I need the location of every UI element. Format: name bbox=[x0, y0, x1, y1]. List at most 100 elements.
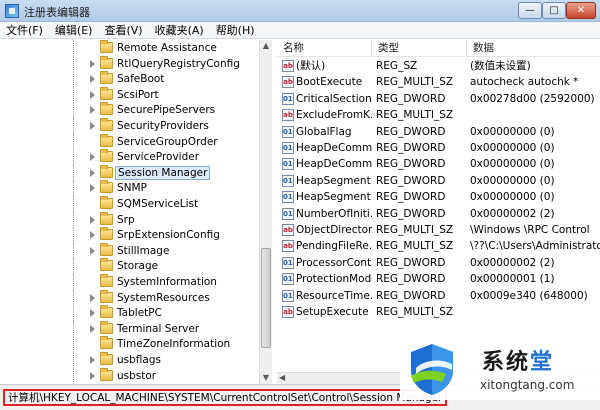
value-row[interactable]: 011HeapDeComm... REG_DWORD 0x00000000 (0) bbox=[277, 156, 600, 172]
value-row[interactable]: 011CriticalSection... REG_DWORD 0x00278d00… bbox=[277, 91, 600, 107]
expand-arrow-icon[interactable] bbox=[90, 184, 95, 193]
value-row[interactable]: ab PendingFileRe... REG_MULTI_SZ \??\C:\Use… bbox=[277, 238, 600, 254]
expand-arrow-icon[interactable] bbox=[90, 324, 95, 333]
expand-arrow-icon[interactable] bbox=[90, 356, 95, 364]
tree-item[interactable]: usbflags bbox=[0, 352, 260, 368]
value-row[interactable]: 011ResourceTime... REG_DWORD 0x0009e340 (6… bbox=[277, 288, 600, 304]
tree-item[interactable]: TabletPC bbox=[0, 305, 260, 322]
watermark-logo: 系统堂 xitongtang.com bbox=[400, 338, 600, 400]
column-header-type[interactable]: 类型 bbox=[372, 40, 467, 56]
expand-arrow-icon[interactable] bbox=[90, 153, 95, 162]
tree-item[interactable]: SecurityProviders bbox=[0, 118, 260, 134]
folder-icon bbox=[100, 149, 113, 163]
tree-item[interactable]: SNMP bbox=[0, 180, 260, 197]
value-data: 0x00000000 (0) bbox=[470, 125, 555, 138]
title-bar: 注册表编辑器 — □ ✕ bbox=[0, 0, 600, 22]
expand-arrow-icon[interactable] bbox=[90, 371, 95, 380]
tree-item[interactable]: Storage bbox=[0, 258, 260, 275]
tree-item[interactable]: ServiceProvider bbox=[0, 149, 260, 166]
expand-arrow-icon[interactable] bbox=[90, 215, 95, 224]
folder-icon bbox=[100, 320, 113, 334]
menu-help[interactable]: 帮助(H) bbox=[210, 22, 261, 38]
regedit-app-icon bbox=[5, 4, 19, 18]
tree-item[interactable]: RtlQueryRegistryConfig bbox=[0, 55, 260, 72]
menu-favorites[interactable]: 收藏夹(A) bbox=[149, 22, 210, 38]
folder-icon bbox=[100, 242, 113, 256]
tree-item[interactable]: Srp bbox=[0, 211, 260, 228]
column-header-name[interactable]: 名称 bbox=[277, 40, 372, 56]
tree-vertical-scrollbar[interactable]: ▲ ▼ bbox=[259, 40, 272, 384]
value-row[interactable]: abObjectDirector... REG_MULTI_SZ \Windows … bbox=[277, 222, 600, 238]
expand-arrow-icon[interactable] bbox=[90, 122, 95, 130]
value-row[interactable]: ab (默认) REG_SZ (数值未设置) bbox=[277, 58, 600, 74]
tree-item[interactable]: SafeBoot bbox=[0, 71, 260, 88]
value-name: ResourceTime... bbox=[296, 289, 372, 302]
expand-arrow-icon[interactable] bbox=[90, 75, 95, 84]
value-row[interactable]: ab SetupExecute REG_MULTI_SZ bbox=[277, 304, 600, 320]
tree-item[interactable]: ServiceGroupOrder bbox=[0, 133, 260, 150]
tree-item[interactable]: SecurePipeServers bbox=[0, 102, 260, 119]
tree-item[interactable]: Terminal Server bbox=[0, 320, 260, 337]
value-row[interactable]: 011HeapSegment... REG_DWORD 0x00000000 (0) bbox=[277, 189, 600, 205]
scrollbar-thumb[interactable] bbox=[261, 248, 271, 348]
value-type: REG_MULTI_SZ bbox=[376, 240, 454, 253]
tree-item[interactable]: Session Manager bbox=[0, 164, 260, 181]
value-type: REG_DWORD bbox=[376, 273, 446, 286]
value-row[interactable]: 011HeapSegment... REG_DWORD 0x00000000 (0) bbox=[277, 173, 600, 189]
expand-arrow-icon[interactable] bbox=[90, 59, 95, 68]
string-value-icon: ab bbox=[282, 76, 294, 89]
folder-icon bbox=[100, 102, 113, 116]
minimize-button[interactable]: — bbox=[518, 2, 542, 19]
expand-arrow-icon[interactable] bbox=[90, 293, 95, 302]
value-type: REG_DWORD bbox=[376, 191, 446, 204]
expand-arrow-icon[interactable] bbox=[90, 231, 95, 240]
scroll-left-arrow-icon[interactable]: ◀ bbox=[279, 373, 285, 382]
tree-item-label: Remote Assistance bbox=[117, 42, 217, 54]
value-row[interactable]: 011GlobalFlag REG_DWORD 0x00000000 (0) bbox=[277, 124, 600, 140]
value-row[interactable]: ab ExcludeFromK... REG_MULTI_SZ bbox=[277, 107, 600, 123]
folder-icon bbox=[100, 211, 113, 225]
registry-values-list[interactable]: 名称 类型 数据 ab (默认) REG_SZ (数值未设置) ab BootExecut… bbox=[277, 40, 600, 384]
registry-path: 计算机\HKEY_LOCAL_MACHINE\SYSTEM\CurrentCon… bbox=[3, 389, 448, 406]
tree-item[interactable]: SrpExtensionConfig bbox=[0, 227, 260, 244]
string-value-icon: ab bbox=[282, 224, 294, 236]
tree-item[interactable]: Remote Assistance bbox=[0, 40, 260, 56]
value-row[interactable]: 011HeapDeComm... REG_DWORD 0x00000000 (0) bbox=[277, 140, 600, 156]
value-row[interactable]: 011ProtectionMode REG_DWORD 0x00000001 (1) bbox=[277, 271, 600, 287]
tree-item-label: usbstor bbox=[117, 369, 157, 382]
menu-edit[interactable]: 编辑(E) bbox=[49, 22, 99, 38]
value-name: HeapDeComm... bbox=[296, 142, 372, 154]
value-row[interactable]: 011NumberOfIniti... REG_DWORD 0x00000002 (… bbox=[277, 206, 600, 222]
binary-value-icon: 011 bbox=[282, 92, 294, 105]
tree-item[interactable]: SystemInformation bbox=[0, 274, 260, 290]
value-row[interactable]: 011ProcessorCont... REG_DWORD 0x00000002 (… bbox=[277, 255, 600, 271]
tree-item[interactable]: ScsiPort bbox=[0, 86, 260, 103]
menu-view[interactable]: 查看(V) bbox=[98, 22, 148, 38]
tree-item[interactable]: usbstor bbox=[0, 367, 260, 384]
expand-arrow-icon[interactable] bbox=[90, 90, 95, 99]
expand-arrow-icon[interactable] bbox=[90, 106, 95, 115]
tree-item[interactable]: SQMServiceList bbox=[0, 196, 260, 212]
tree-item[interactable]: SystemResources bbox=[0, 289, 260, 306]
menu-file[interactable]: 文件(F) bbox=[0, 22, 49, 38]
expand-arrow-icon[interactable] bbox=[90, 168, 95, 177]
value-type: REG_SZ bbox=[376, 60, 418, 72]
tree-guide-line bbox=[73, 242, 74, 259]
expand-arrow-icon[interactable] bbox=[90, 246, 95, 255]
tree-item[interactable]: TimeZoneInformation bbox=[0, 336, 260, 353]
tree-item-label: ServiceProvider bbox=[117, 151, 200, 164]
scroll-up-arrow-icon[interactable]: ▲ bbox=[260, 40, 272, 52]
close-button[interactable]: ✕ bbox=[566, 2, 596, 19]
registry-key-tree[interactable]: Remote Assistance RtlQueryRegistryConfig S… bbox=[0, 40, 272, 384]
maximize-button[interactable]: □ bbox=[542, 2, 566, 19]
value-row[interactable]: ab BootExecute REG_MULTI_SZ autocheck autoc… bbox=[277, 74, 600, 90]
tree-item[interactable]: StillImage bbox=[0, 242, 260, 259]
value-name: HeapSegment... bbox=[296, 174, 372, 187]
folder-icon bbox=[100, 289, 113, 303]
watermark-title-main: 系统 bbox=[482, 350, 531, 375]
scroll-down-arrow-icon[interactable]: ▼ bbox=[260, 372, 272, 384]
watermark-url: xitongtang.com bbox=[480, 378, 575, 392]
folder-icon bbox=[100, 71, 113, 85]
expand-arrow-icon[interactable] bbox=[90, 309, 95, 318]
column-header-data[interactable]: 数据 bbox=[467, 40, 600, 56]
